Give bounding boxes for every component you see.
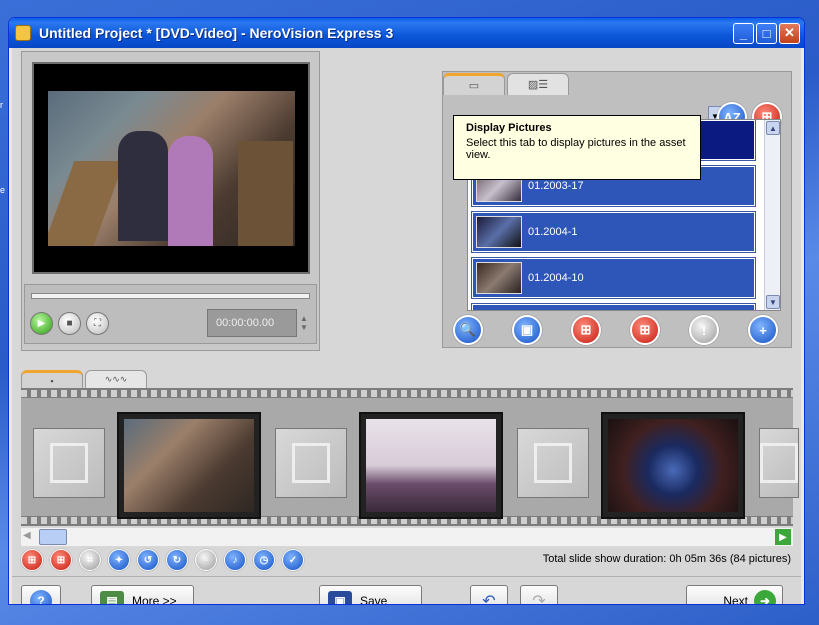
preview-panel: ▶ ■ ⛶ 00:00:00.00 ▲ ▼ — [21, 51, 320, 351]
timecode-field[interactable]: 00:00:00.00 ▲ ▼ — [207, 309, 308, 337]
play-icon[interactable]: ▶ — [30, 312, 53, 335]
transition-slot[interactable] — [517, 428, 589, 498]
window-title: Untitled Project * [DVD-Video] - NeroVis… — [39, 25, 394, 41]
undo-icon: ↶ — [482, 593, 496, 605]
app-window: Untitled Project * [DVD-Video] - NeroVis… — [8, 17, 805, 605]
list-item-label: 01.2004-1 — [528, 226, 578, 238]
slide-thumbnail[interactable] — [359, 412, 503, 519]
thumbnail — [476, 216, 522, 248]
remove-button-2[interactable]: ⊞ — [630, 315, 660, 345]
slide-thumbnail[interactable] — [601, 412, 745, 519]
asset-scrollbar[interactable]: ▲ ▼ — [764, 120, 780, 310]
add-button[interactable]: + — [748, 315, 778, 345]
preview-image — [48, 91, 295, 246]
scrollbar-thumb[interactable] — [39, 529, 67, 545]
pictures-tab[interactable]: ▨☰ — [507, 73, 569, 95]
footer-bar: ? ▤ More >> ▣ Save ↶ ↷ Next ➜ — [12, 576, 801, 605]
transition-slot[interactable] — [275, 428, 347, 498]
list-item-label: 01.2003-17 — [528, 180, 584, 192]
more-label: More >> — [132, 594, 177, 605]
stop-icon[interactable]: ■ — [58, 312, 81, 335]
floppy-icon: ▣ — [328, 591, 352, 604]
position-slider[interactable] — [31, 293, 310, 299]
scroll-up-icon[interactable]: ▲ — [766, 121, 780, 135]
fullscreen-icon[interactable]: ⛶ — [86, 312, 109, 335]
tooltip: Display Pictures Select this tab to disp… — [453, 115, 701, 180]
tab-audio[interactable]: ∿∿∿ — [85, 370, 147, 388]
desktop-icon-label: r — [0, 100, 3, 110]
save-label: Save — [360, 594, 388, 605]
scroll-right-icon[interactable]: ▶ — [775, 529, 791, 545]
storyboard-filmstrip[interactable] — [21, 388, 799, 526]
transition-slot[interactable] — [759, 428, 799, 498]
help-button[interactable]: ? — [21, 585, 61, 604]
list-item[interactable] — [471, 303, 756, 310]
list-item[interactable]: 01.2004-1 — [471, 211, 756, 253]
timing-button[interactable]: ◷ — [253, 549, 275, 571]
capture-button[interactable]: ▣ — [512, 315, 542, 345]
redo-icon: ↷ — [532, 593, 546, 605]
effects-button[interactable]: ✦ — [108, 549, 130, 571]
tab-storyboard[interactable]: ▪ — [21, 370, 83, 388]
properties-button[interactable]: ▫ — [195, 549, 217, 571]
arrow-right-icon: ➜ — [754, 590, 776, 604]
audio-button[interactable]: ♪ — [224, 549, 246, 571]
client-area: ▶ ■ ⛶ 00:00:00.00 ▲ ▼ ▭ ▨☰ ▼ AZ ⊞ 01.200… — [12, 48, 801, 604]
help-icon: ? — [30, 590, 52, 604]
timecode-spinner[interactable]: ▲ ▼ — [300, 314, 314, 332]
tooltip-title: Display Pictures — [466, 122, 552, 134]
apply-button[interactable]: ✓ — [282, 549, 304, 571]
redo-button[interactable]: ↷ — [520, 585, 558, 605]
delete-all-button[interactable]: ⊞ — [50, 549, 72, 571]
thumbnail — [476, 262, 522, 294]
next-button[interactable]: Next ➜ — [686, 585, 783, 605]
scroll-left-icon[interactable]: ◀ — [23, 530, 37, 544]
browse-button[interactable]: 🔍 — [453, 315, 483, 345]
next-label: Next — [723, 594, 748, 605]
remove-button-1[interactable]: ⊞ — [571, 315, 601, 345]
asset-panel: ▭ ▨☰ ▼ AZ ⊞ 01.2003-17 01.2004-1 01.2004… — [442, 71, 792, 348]
minimize-button[interactable]: _ — [733, 22, 754, 44]
rotate-left-button[interactable]: ↺ — [137, 549, 159, 571]
monitor-icon: ▤ — [100, 591, 124, 604]
preview-monitor — [32, 62, 310, 274]
crop-button[interactable]: ⌗ — [79, 549, 101, 571]
more-button[interactable]: ▤ More >> — [91, 585, 194, 605]
tooltip-body: Select this tab to display pictures in t… — [466, 137, 686, 161]
desktop-icon-label: e — [0, 185, 6, 195]
delete-slide-button[interactable]: ⊞ — [21, 549, 43, 571]
timecode-value: 00:00:00.00 — [216, 317, 275, 329]
slide-thumbnail[interactable] — [117, 412, 261, 519]
undo-button[interactable]: ↶ — [470, 585, 508, 605]
transport-bar: ▶ ■ ⛶ 00:00:00.00 ▲ ▼ — [24, 284, 317, 344]
app-icon — [15, 25, 31, 41]
save-button[interactable]: ▣ Save — [319, 585, 422, 605]
video-tab[interactable]: ▭ — [443, 73, 505, 95]
close-button[interactable]: ✕ — [779, 22, 800, 44]
info-button[interactable]: ! — [689, 315, 719, 345]
list-item-label: 01.2004-10 — [528, 272, 584, 284]
title-bar[interactable]: Untitled Project * [DVD-Video] - NeroVis… — [9, 18, 804, 48]
transition-slot[interactable] — [33, 428, 105, 498]
list-item[interactable]: 01.2004-10 — [471, 257, 756, 299]
storyboard-scrollbar[interactable]: ◀ ▶ — [21, 528, 793, 546]
maximize-button[interactable]: □ — [756, 22, 777, 44]
slideshow-duration: Total slide show duration: 0h 05m 36s (8… — [542, 553, 791, 565]
rotate-right-button[interactable]: ↻ — [166, 549, 188, 571]
scroll-down-icon[interactable]: ▼ — [766, 295, 780, 309]
